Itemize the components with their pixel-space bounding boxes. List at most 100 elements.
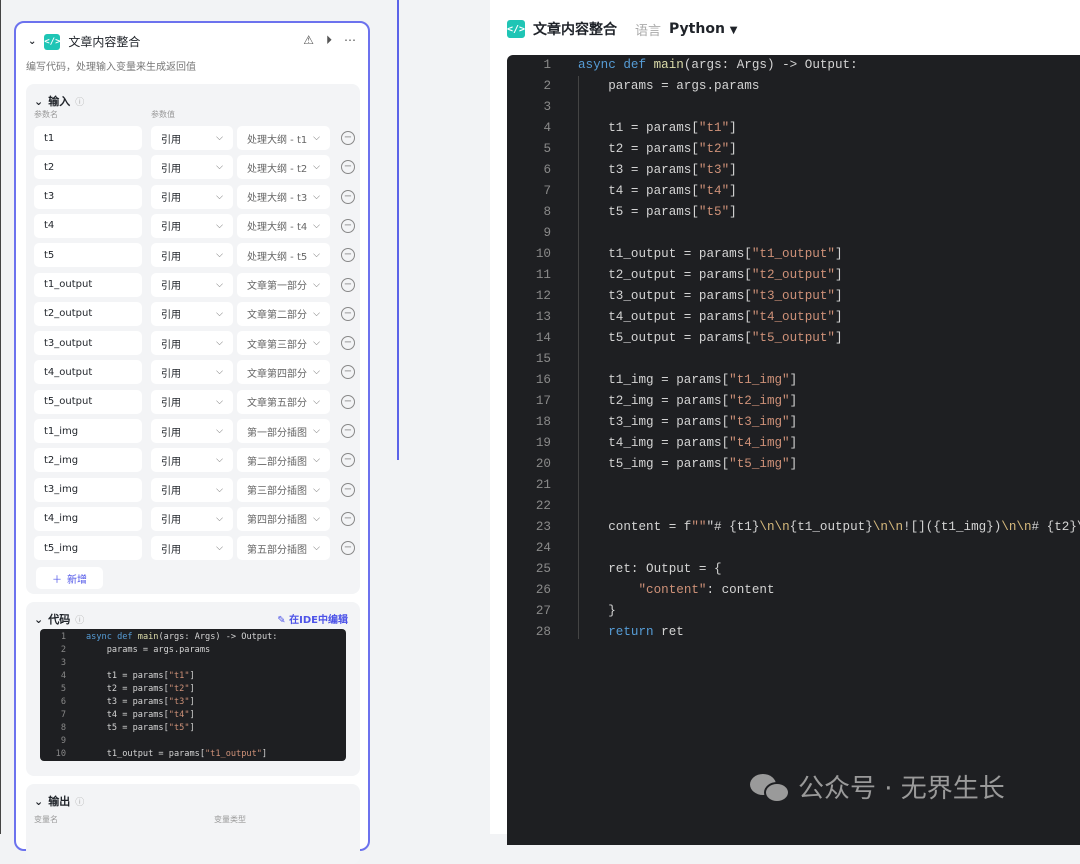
collapse-chevron-icon[interactable]: ⌄ xyxy=(28,36,36,47)
param-value-select[interactable]: 第四部分插图 ⌵ xyxy=(237,506,330,531)
param-value-select[interactable]: 第一部分插图 ⌵ xyxy=(237,419,330,443)
code-line: 7 t4 = params["t4"] xyxy=(507,181,1080,202)
param-value-select[interactable]: 处理大纲 - t4 ⌵ xyxy=(237,213,330,238)
param-value-select[interactable]: 处理大纲 - t1 ⌵ xyxy=(237,126,330,150)
param-value-select[interactable]: 第五部分插图 ⌵ xyxy=(237,536,330,561)
remove-row-icon[interactable]: − xyxy=(341,365,355,380)
param-value-select[interactable]: 第二部分插图 ⌵ xyxy=(237,448,330,473)
param-type-select[interactable]: 引用 ⌵ xyxy=(151,360,233,385)
remove-row-icon[interactable]: − xyxy=(341,218,355,233)
param-name-input[interactable]: t4 xyxy=(34,213,142,238)
param-name-input[interactable]: t2_output xyxy=(34,301,142,326)
remove-row-icon[interactable]: − xyxy=(341,160,355,175)
warning-icon[interactable]: ⚠ xyxy=(303,33,314,48)
remove-row-icon[interactable]: − xyxy=(341,424,355,438)
param-type-select[interactable]: 引用 ⌵ xyxy=(151,213,233,238)
param-type-select[interactable]: 引用 ⌵ xyxy=(151,506,233,531)
remove-row-icon[interactable]: − xyxy=(341,482,355,497)
param-type-select[interactable]: 引用 ⌵ xyxy=(151,155,233,180)
param-type-select[interactable]: 引用 ⌵ xyxy=(151,477,233,502)
code-editor[interactable]: 1 async def main(args: Args) -> Output: 2 … xyxy=(507,55,1080,845)
chevron-down-icon: ⌵ xyxy=(216,338,223,349)
param-name-input[interactable]: t5 xyxy=(34,243,142,268)
param-name-input[interactable]: t1 xyxy=(34,126,142,150)
run-icon[interactable]: ⏵ xyxy=(326,33,332,48)
line-number: 27 xyxy=(535,604,551,618)
code-node-icon: </> xyxy=(44,33,61,50)
param-type-select[interactable]: 引用 ⌵ xyxy=(151,389,233,414)
chevron-down-icon[interactable]: ⌄ xyxy=(34,795,43,808)
input-row: t2_output 引用 ⌵ 文章第二部分 ⌵ − xyxy=(34,301,359,326)
language-select[interactable]: Python ▼ xyxy=(669,21,737,37)
chevron-down-icon: ⌵ xyxy=(216,308,223,319)
param-name-input[interactable]: t3_img xyxy=(34,477,142,502)
remove-row-icon[interactable]: − xyxy=(341,336,355,351)
more-icon[interactable]: ⋯ xyxy=(344,33,356,48)
param-type-select[interactable]: 引用 ⌵ xyxy=(151,331,233,356)
line-number: 13 xyxy=(535,310,551,324)
add-input-button[interactable]: ＋ 新增 xyxy=(36,567,103,589)
param-type-select[interactable]: 引用 ⌵ xyxy=(151,301,233,326)
input-row: t4 引用 ⌵ 处理大纲 - t4 ⌵ − xyxy=(34,213,359,238)
code-line: 4 t1 = params["t1"] xyxy=(507,118,1080,139)
param-value-select[interactable]: 文章第三部分 ⌵ xyxy=(237,331,330,356)
param-name-input[interactable]: t2_img xyxy=(34,448,142,473)
remove-row-icon[interactable]: − xyxy=(341,511,355,526)
caret-down-icon: ▼ xyxy=(729,25,738,36)
remove-row-icon[interactable]: − xyxy=(341,189,355,204)
param-name-input[interactable]: t1_img xyxy=(34,419,142,443)
param-type: 引用 xyxy=(161,134,181,146)
param-name: t5 xyxy=(44,249,55,261)
param-type: 引用 xyxy=(161,515,181,527)
param-name-input[interactable]: t3_output xyxy=(34,331,142,356)
param-type-select[interactable]: 引用 ⌵ xyxy=(151,126,233,150)
param-name-input[interactable]: t2 xyxy=(34,155,142,180)
remove-row-icon[interactable]: − xyxy=(341,306,355,321)
param-name-input[interactable]: t3 xyxy=(34,184,142,209)
code-text: t1_img = params["t1_img"] xyxy=(578,373,798,387)
remove-row-icon[interactable]: − xyxy=(341,248,355,263)
param-value-select[interactable]: 处理大纲 - t2 ⌵ xyxy=(237,155,330,180)
code-node-card[interactable]: ⌄ </> 文章内容整合 ⚠ ⏵ ⋯ 编写代码，处理输入变量来生成返回值 ⌄ 输入… xyxy=(14,21,370,864)
param-value-select[interactable]: 处理大纲 - t3 ⌵ xyxy=(237,184,330,209)
param-value-select[interactable]: 文章第四部分 ⌵ xyxy=(237,360,330,385)
code-text: t1_output = params["t1_output"] xyxy=(86,749,268,759)
param-name-input[interactable]: t4_img xyxy=(34,506,142,531)
code-text: t5_output = params["t5_output"] xyxy=(578,331,843,345)
param-type-select[interactable]: 引用 ⌵ xyxy=(151,448,233,473)
chevron-down-icon[interactable]: ⌄ xyxy=(34,613,43,626)
param-name-input[interactable]: t4_output xyxy=(34,360,142,385)
remove-row-icon[interactable]: − xyxy=(341,394,355,409)
param-type-select[interactable]: 引用 ⌵ xyxy=(151,184,233,209)
edit-in-ide-link[interactable]: ✎ 在IDE中编辑 xyxy=(277,611,348,626)
code-line: 12 t3_output = params["t3_output"] xyxy=(507,286,1080,307)
remove-row-icon[interactable]: − xyxy=(341,541,355,556)
param-value: 文章第四部分 xyxy=(247,368,307,380)
param-name-input[interactable]: t5_output xyxy=(34,389,142,414)
param-name-input[interactable]: t5_img xyxy=(34,536,142,561)
code-node-icon: </> xyxy=(507,20,525,38)
line-number: 17 xyxy=(535,394,551,408)
col-header-value: 参数值 xyxy=(151,110,175,119)
param-value-select[interactable]: 第三部分插图 ⌵ xyxy=(237,477,330,502)
param-type-select[interactable]: 引用 ⌵ xyxy=(151,243,233,268)
remove-row-icon[interactable]: − xyxy=(341,453,355,468)
param-type-select[interactable]: 引用 ⌵ xyxy=(151,272,233,297)
param-name-input[interactable]: t1_output xyxy=(34,272,142,297)
remove-row-icon[interactable]: − xyxy=(341,277,355,292)
param-value: 处理大纲 - t4 xyxy=(247,222,308,234)
param-type-select[interactable]: 引用 ⌵ xyxy=(151,536,233,561)
param-value-select[interactable]: 文章第二部分 ⌵ xyxy=(237,301,330,326)
param-value: 文章第一部分 xyxy=(247,281,307,292)
param-value-select[interactable]: 文章第一部分 ⌵ xyxy=(237,272,330,297)
param-type-select[interactable]: 引用 ⌵ xyxy=(151,419,233,443)
param-value-select[interactable]: 文章第五部分 ⌵ xyxy=(237,389,330,414)
code-text: t3_output = params["t3_output"] xyxy=(578,289,843,303)
code-text: ret: Output = { xyxy=(578,562,722,576)
remove-row-icon[interactable]: − xyxy=(341,131,355,145)
chevron-down-icon[interactable]: ⌄ xyxy=(34,95,43,108)
param-type: 引用 xyxy=(161,163,181,175)
param-value-select[interactable]: 处理大纲 - t5 ⌵ xyxy=(237,243,330,268)
code-preview[interactable]: 1 async def main(args: Args) -> Output: 2 … xyxy=(40,629,346,761)
